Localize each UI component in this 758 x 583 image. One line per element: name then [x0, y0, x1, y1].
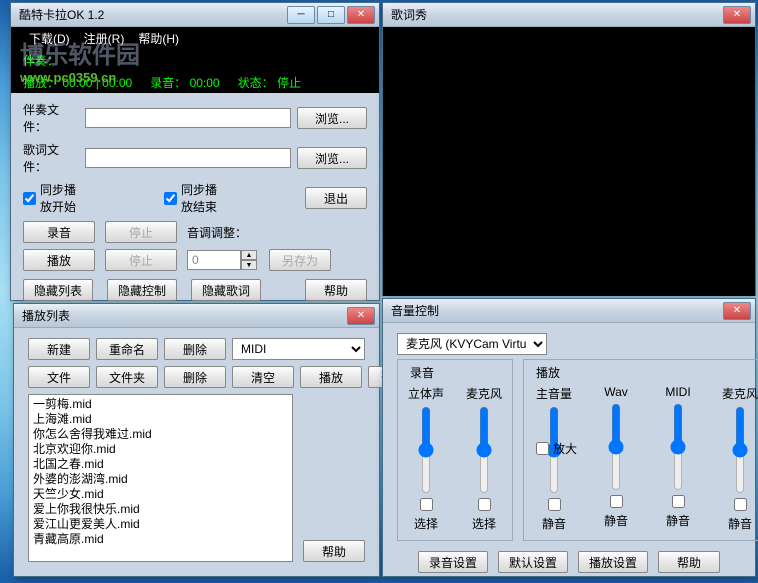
play-mic-slider[interactable]: [730, 406, 750, 494]
main-title: 酷特卡拉OK 1.2: [15, 6, 287, 23]
menubar: 下载(D) 注册(R) 帮助(H): [11, 27, 379, 49]
playlist-title: 播放列表: [18, 307, 347, 324]
rename-button[interactable]: 重命名: [96, 338, 158, 360]
main-titlebar: 酷特卡拉OK 1.2 ─ □ ✕: [11, 3, 379, 27]
maximize-button[interactable]: □: [317, 6, 345, 24]
clear-button[interactable]: 清空: [232, 366, 294, 388]
format-select[interactable]: MIDI: [232, 338, 365, 360]
playlist-titlebar: 播放列表 ✕: [14, 304, 379, 328]
amplify-checkbox[interactable]: 放大: [536, 440, 577, 457]
wav-slider[interactable]: [606, 403, 626, 491]
stereo-select-checkbox[interactable]: [420, 498, 433, 511]
pitch-label: 音调调整：: [187, 224, 367, 241]
lyric-file-input[interactable]: [85, 148, 291, 168]
sync-start-checkbox[interactable]: 同步播放开始: [23, 181, 84, 215]
master-mute-checkbox[interactable]: [548, 498, 561, 511]
banzou-file-input[interactable]: [85, 108, 291, 128]
pitch-stepper[interactable]: ▲▼: [187, 250, 257, 270]
menu-register[interactable]: 注册(R): [84, 30, 125, 47]
list-item[interactable]: 你怎么舍得我难过.mid: [33, 427, 288, 442]
folder-button[interactable]: 文件夹: [96, 366, 158, 388]
rec-group-title: 录音: [406, 364, 438, 381]
main-help-button[interactable]: 帮助: [305, 279, 367, 301]
list-item[interactable]: 天竺少女.mid: [33, 487, 288, 502]
midi-slider[interactable]: [668, 403, 688, 491]
lyric-file-label: 歌词文件：: [23, 141, 79, 175]
play-group-title: 播放: [532, 364, 564, 381]
lyrics-window: 歌词秀 ✕: [382, 2, 756, 296]
lyrics-display: [383, 27, 755, 296]
playlist-play-button[interactable]: 播放: [300, 366, 362, 388]
playlist-listbox[interactable]: 一剪梅.mid上海滩.mid你怎么舍得我难过.mid北京欢迎你.mid北国之春.…: [28, 394, 293, 562]
list-item[interactable]: 北国之春.mid: [33, 457, 288, 472]
list-item[interactable]: 外婆的澎湖湾.mid: [33, 472, 288, 487]
play-mic-mute-checkbox[interactable]: [734, 498, 747, 511]
play-button[interactable]: 播放: [23, 249, 95, 271]
exit-button[interactable]: 退出: [305, 187, 367, 209]
list-item[interactable]: 一剪梅.mid: [33, 397, 288, 412]
list-item[interactable]: 北京欢迎你.mid: [33, 442, 288, 457]
main-window: 酷特卡拉OK 1.2 ─ □ ✕ 下载(D) 注册(R) 帮助(H) 伴奏： 播…: [10, 2, 380, 301]
file-button[interactable]: 文件: [28, 366, 90, 388]
volume-window: 音量控制 ✕ 麦克风 (KVYCam Virtual 录音 立体声 选择 麦克风: [382, 298, 756, 577]
play-mic-label: 麦克风: [722, 385, 758, 402]
list-item[interactable]: 爱江山更爱美人.mid: [33, 517, 288, 532]
delete-list-button[interactable]: 删除: [164, 338, 226, 360]
playlist-close-button[interactable]: ✕: [347, 307, 375, 325]
saveas-button[interactable]: 另存为: [269, 249, 331, 271]
volume-title: 音量控制: [387, 302, 723, 319]
menu-download[interactable]: 下载(D): [29, 30, 70, 47]
lyrics-title: 歌词秀: [387, 6, 723, 23]
hide-list-button[interactable]: 隐藏列表: [23, 279, 93, 301]
default-settings-button[interactable]: 默认设置: [498, 551, 568, 573]
menu-help[interactable]: 帮助(H): [138, 30, 179, 47]
banzou-file-label: 伴奏文件：: [23, 101, 79, 135]
list-item[interactable]: 青藏高原.mid: [33, 532, 288, 547]
play-settings-button[interactable]: 播放设置: [578, 551, 648, 573]
wav-mute-checkbox[interactable]: [610, 495, 623, 508]
list-item[interactable]: 爱上你我很快乐.mid: [33, 502, 288, 517]
midi-mute-checkbox[interactable]: [672, 495, 685, 508]
browse-lyric-button[interactable]: 浏览...: [297, 147, 367, 169]
stereo-label: 立体声: [408, 385, 444, 402]
rec-settings-button[interactable]: 录音设置: [418, 551, 488, 573]
record-stop-button[interactable]: 停止: [105, 221, 177, 243]
list-item[interactable]: 上海滩.mid: [33, 412, 288, 427]
playlist-window: 播放列表 ✕ 新建 重命名 删除 MIDI 文件 文件夹 删除 清空 播放 在线…: [13, 303, 380, 577]
device-select[interactable]: 麦克风 (KVYCam Virtual: [397, 333, 547, 355]
close-button[interactable]: ✕: [347, 6, 375, 24]
rec-mic-select-checkbox[interactable]: [478, 498, 491, 511]
stereo-slider[interactable]: [416, 406, 436, 494]
new-button[interactable]: 新建: [28, 338, 90, 360]
sync-end-checkbox[interactable]: 同步播放结束: [164, 181, 225, 215]
delete-item-button[interactable]: 删除: [164, 366, 226, 388]
lyrics-close-button[interactable]: ✕: [723, 6, 751, 24]
lyrics-titlebar: 歌词秀 ✕: [383, 3, 755, 27]
rec-mic-slider[interactable]: [474, 406, 494, 494]
banzou-status: 伴奏：: [11, 49, 379, 71]
volume-titlebar: 音量控制 ✕: [383, 299, 755, 323]
master-label: 主音量: [536, 385, 572, 402]
minimize-button[interactable]: ─: [287, 6, 315, 24]
hide-ctrl-button[interactable]: 隐藏控制: [107, 279, 177, 301]
record-button[interactable]: 录音: [23, 221, 95, 243]
hide-lyric-button[interactable]: 隐藏歌词: [191, 279, 261, 301]
rec-mic-label: 麦克风: [466, 385, 502, 402]
volume-close-button[interactable]: ✕: [723, 302, 751, 320]
playlist-help-button[interactable]: 帮助: [303, 540, 365, 562]
browse-banzou-button[interactable]: 浏览...: [297, 107, 367, 129]
play-stop-button[interactable]: 停止: [105, 249, 177, 271]
midi-label: MIDI: [665, 385, 690, 399]
wav-label: Wav: [604, 385, 628, 399]
play-status: 播放： 00:00 | 00:00 录音： 00:00 状态： 停止: [11, 71, 379, 93]
volume-help-button[interactable]: 帮助: [658, 551, 720, 573]
